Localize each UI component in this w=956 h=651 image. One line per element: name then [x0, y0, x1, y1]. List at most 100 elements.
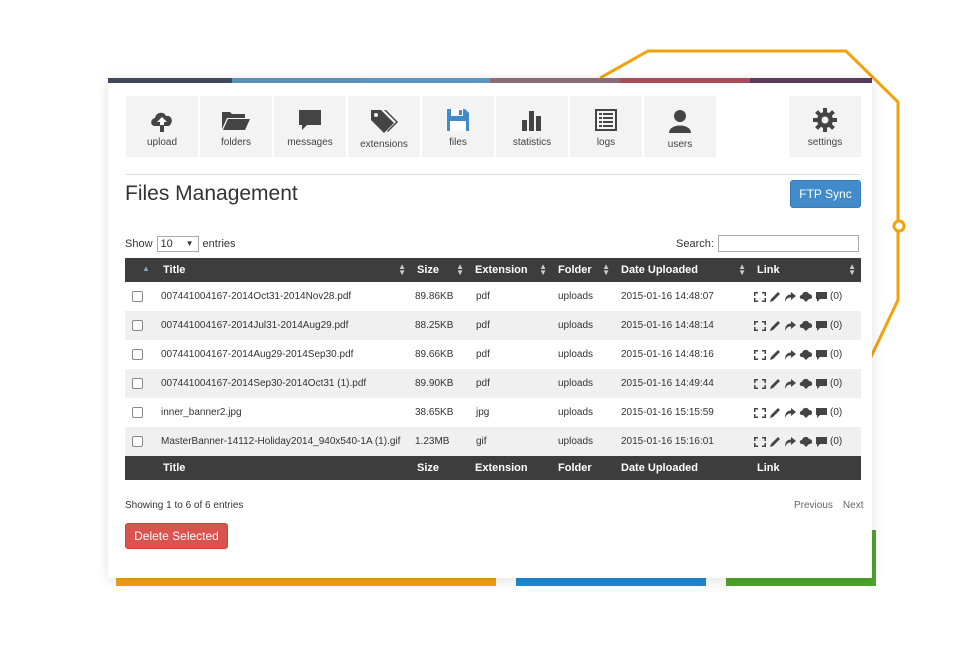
footer-label-title: Title: [157, 456, 411, 480]
toolbar-statistics[interactable]: statistics: [496, 96, 568, 157]
expand-icon[interactable]: [753, 291, 767, 303]
file-link-actions: (0): [751, 282, 861, 311]
file-title[interactable]: MasterBanner-14112-Holiday2014_940x540-1…: [157, 427, 411, 456]
cloud-download-icon[interactable]: [799, 349, 813, 361]
pencil-icon[interactable]: [769, 436, 782, 448]
column-header-folder[interactable]: Folder ▲ ▼: [552, 258, 615, 282]
column-header-label: Size: [417, 264, 440, 276]
previous-button[interactable]: Previous: [794, 500, 833, 511]
share-icon[interactable]: [784, 320, 797, 332]
toolbar-label: files: [449, 137, 467, 148]
share-icon[interactable]: [784, 291, 797, 303]
search-input[interactable]: [717, 235, 859, 252]
row-checkbox[interactable]: [132, 349, 143, 360]
comment-icon[interactable]: [815, 378, 828, 390]
comment-icon[interactable]: [815, 291, 828, 303]
column-header-extension[interactable]: Extension ▲ ▼: [469, 258, 552, 282]
expand-icon[interactable]: [753, 407, 767, 419]
toolbar-upload[interactable]: upload: [126, 96, 198, 157]
column-header-date[interactable]: Date Uploaded ▲ ▼: [615, 258, 751, 282]
cloud-download-icon[interactable]: [799, 291, 813, 303]
toolbar-extensions[interactable]: extensions: [348, 96, 420, 157]
file-link-actions: (0): [751, 340, 861, 369]
page-length-select[interactable]: 10 ▼: [156, 236, 199, 252]
footer-label-extension: Extension: [469, 456, 552, 480]
row-checkbox[interactable]: [132, 291, 143, 302]
toolbar-users[interactable]: users: [644, 96, 716, 157]
expand-icon[interactable]: [753, 349, 767, 361]
sort-icon: ▲ ▼: [398, 262, 406, 277]
footer-label-link: Link: [751, 456, 861, 480]
toolbar-folders[interactable]: folders: [200, 96, 272, 157]
toolbar-files[interactable]: files: [422, 96, 494, 157]
toolbar-label: users: [667, 139, 693, 150]
column-header-title[interactable]: Title ▲ ▼: [157, 258, 411, 282]
table-row: MasterBanner-14112-Holiday2014_940x540-1…: [125, 427, 861, 456]
sort-icon: ▲ ▼: [539, 262, 547, 277]
file-title[interactable]: 007441004167-2014Aug29-2014Sep30.pdf: [157, 340, 411, 369]
footer-spacer: [125, 456, 157, 480]
file-size: 38.65KB: [415, 407, 454, 418]
comment-icon[interactable]: [815, 407, 828, 419]
column-header-link[interactable]: Link ▲ ▼: [751, 258, 861, 282]
tags-icon: [371, 110, 398, 133]
sort-icon: ▲ ▼: [456, 262, 464, 277]
expand-icon[interactable]: [753, 378, 767, 390]
pencil-icon[interactable]: [769, 291, 782, 303]
cloud-download-icon[interactable]: [799, 436, 813, 448]
row-checkbox[interactable]: [132, 436, 143, 447]
comment-icon[interactable]: [815, 320, 828, 332]
cloud-download-icon[interactable]: [799, 320, 813, 332]
file-folder: uploads: [558, 407, 594, 418]
file-extension: pdf: [469, 311, 552, 340]
bar-chart-icon: [522, 111, 541, 131]
caret-down-icon: ▼: [185, 239, 194, 248]
pencil-icon[interactable]: [769, 378, 782, 390]
row-checkbox[interactable]: [132, 320, 143, 331]
file-link-actions: (0): [751, 311, 861, 340]
column-header-label: Date Uploaded: [621, 264, 699, 276]
share-icon[interactable]: [784, 436, 797, 448]
row-select-cell: [125, 282, 157, 311]
share-icon[interactable]: [784, 407, 797, 419]
page-length-value: 10: [160, 238, 173, 250]
cloud-download-icon[interactable]: [799, 378, 813, 390]
color-stripe: [108, 78, 872, 83]
file-title[interactable]: 007441004167-2014Oct31-2014Nov28.pdf: [157, 282, 411, 311]
column-header-label: Link: [757, 264, 780, 276]
toolbar-label: settings: [807, 137, 843, 148]
comment-icon[interactable]: [815, 436, 828, 448]
file-folder: uploads: [558, 349, 594, 360]
pencil-icon[interactable]: [769, 407, 782, 419]
expand-icon[interactable]: [753, 320, 767, 332]
file-link-actions: (0): [751, 398, 861, 427]
show-label: Show: [125, 238, 153, 250]
toolbar-settings[interactable]: settings: [789, 96, 861, 157]
file-title[interactable]: 007441004167-2014Sep30-2014Oct31 (1).pdf: [157, 369, 411, 398]
message-icon: [299, 110, 321, 130]
pencil-icon[interactable]: [769, 320, 782, 332]
row-checkbox[interactable]: [132, 378, 143, 389]
pencil-icon[interactable]: [769, 349, 782, 361]
share-icon[interactable]: [784, 378, 797, 390]
column-header-select[interactable]: ▲: [125, 258, 157, 282]
divider: [126, 174, 861, 175]
comment-icon[interactable]: [815, 349, 828, 361]
search-control: Search:: [676, 235, 859, 252]
expand-icon[interactable]: [753, 436, 767, 448]
delete-selected-button[interactable]: Delete Selected: [125, 523, 228, 549]
toolbar-logs[interactable]: logs: [570, 96, 642, 157]
row-select-cell: [125, 427, 157, 456]
toolbar-messages[interactable]: messages: [274, 96, 346, 157]
share-icon[interactable]: [784, 349, 797, 361]
file-title[interactable]: 007441004167-2014Jul31-2014Aug29.pdf: [157, 311, 411, 340]
ftp-sync-button[interactable]: FTP Sync: [790, 180, 861, 208]
row-select-cell: [125, 340, 157, 369]
file-title[interactable]: inner_banner2.jpg: [157, 398, 411, 427]
next-button[interactable]: Next: [843, 500, 864, 511]
cloud-download-icon[interactable]: [799, 407, 813, 419]
sort-asc-icon: ▲: [142, 264, 150, 273]
row-checkbox[interactable]: [132, 407, 143, 418]
column-header-size[interactable]: Size ▲ ▼: [411, 258, 469, 282]
toolbar-label: extensions: [360, 139, 408, 150]
